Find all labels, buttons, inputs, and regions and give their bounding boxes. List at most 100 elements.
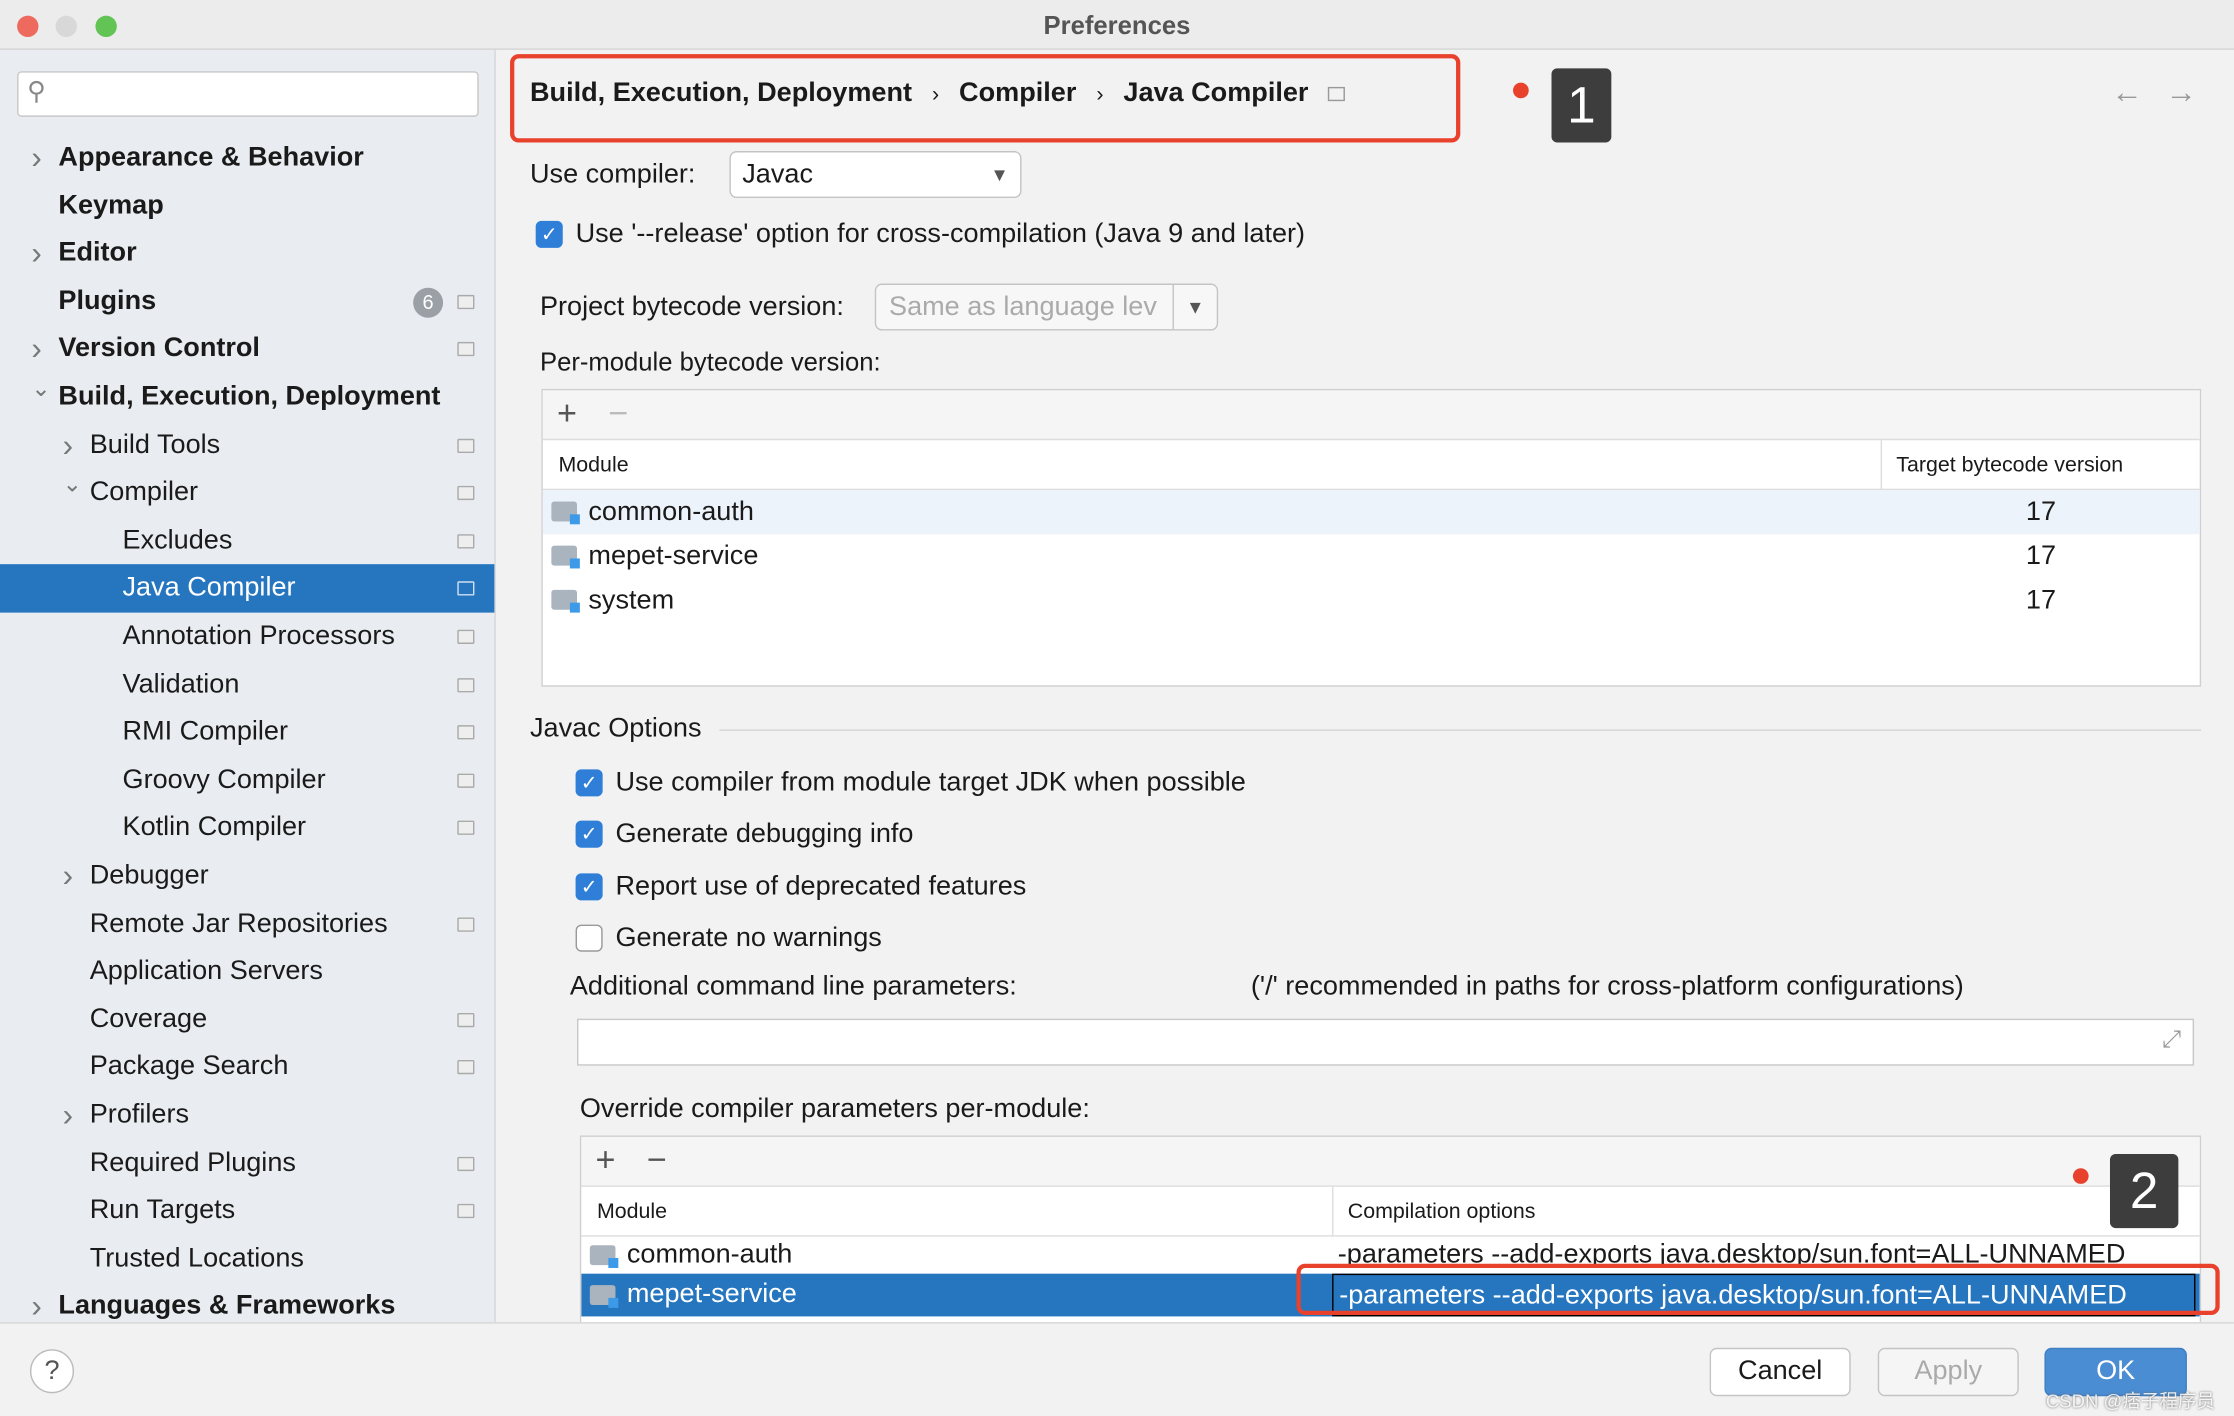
sidebar-item-required-plugins[interactable]: Required Plugins — [0, 1139, 494, 1187]
sidebar-item-groovy-compiler[interactable]: Groovy Compiler — [0, 756, 494, 804]
remove-icon[interactable]: − — [608, 395, 628, 435]
add-icon[interactable]: + — [557, 395, 577, 435]
sidebar-item-label: Keymap — [58, 190, 164, 221]
table-row[interactable]: mepet-service 17 — [543, 534, 2200, 578]
project-page-icon — [457, 677, 475, 692]
project-page-icon — [457, 1204, 475, 1219]
annotation-box-2 — [1296, 1263, 2220, 1315]
help-button[interactable]: ? — [29, 1349, 75, 1394]
breadcrumb-item: Java Compiler — [1123, 78, 1309, 109]
column-target-bytecode[interactable]: Target bytecode version — [1896, 440, 2123, 490]
checkbox-label: Generate no warnings — [615, 923, 882, 954]
project-page-icon — [457, 725, 475, 740]
sidebar-item-remote-jar-repositories[interactable]: Remote Jar Repositories — [0, 900, 494, 948]
breadcrumb-item[interactable]: Build, Execution, Deployment — [530, 78, 912, 109]
project-page-icon — [457, 821, 475, 836]
chevron-right-icon[interactable]: › — [31, 1283, 41, 1322]
sidebar-item-label: Plugins — [58, 286, 157, 316]
chevron-down-icon[interactable]: ⌄ — [31, 366, 50, 414]
sidebar-item-debugger[interactable]: › Debugger — [0, 852, 494, 900]
sidebar-item-compiler[interactable]: ⌄ Compiler — [0, 469, 494, 517]
javac-options-title: Javac Options — [529, 713, 702, 744]
sidebar-item-label: Version Control — [58, 333, 260, 364]
table-row[interactable]: common-auth 17 — [542, 490, 2200, 535]
sidebar-item-label: Coverage — [89, 1004, 208, 1035]
sidebar-item-editor[interactable]: › Editor — [0, 230, 494, 278]
sidebar-item-coverage[interactable]: Coverage — [0, 996, 494, 1044]
sidebar-item-trusted-locations[interactable]: Trusted Locations — [0, 1235, 494, 1283]
target-version[interactable]: 17 — [2026, 490, 2056, 534]
project-page-icon — [457, 581, 475, 597]
sidebar-item-label: Validation — [122, 669, 240, 699]
project-bytecode-combo[interactable]: Same as language lev ▼ — [874, 283, 1219, 331]
release-option-checkbox[interactable]: ✓ — [535, 220, 563, 248]
project-page-icon — [457, 1156, 475, 1171]
chevron-right-icon[interactable]: › — [63, 1091, 73, 1139]
sidebar-item-label: Required Plugins — [89, 1147, 296, 1178]
project-page-icon — [457, 438, 475, 453]
sidebar-item-label: Application Servers — [89, 956, 323, 987]
project-page-icon — [457, 342, 475, 357]
additional-params-input[interactable]: ⤢ — [577, 1018, 2195, 1066]
sidebar-item-validation[interactable]: Validation — [0, 660, 494, 708]
sidebar-item-package-search[interactable]: Package Search — [0, 1043, 494, 1091]
sidebar-item-version-control[interactable]: › Version Control — [0, 325, 494, 373]
module-folder-icon — [551, 501, 580, 525]
target-version[interactable]: 17 — [2026, 578, 2056, 622]
add-icon[interactable]: + — [596, 1141, 616, 1181]
title-bar: Preferences — [0, 0, 2234, 50]
forward-arrow-icon[interactable]: → — [2166, 74, 2197, 111]
search-input[interactable]: ⚲ — [17, 71, 479, 117]
breadcrumb-item[interactable]: Compiler — [959, 78, 1076, 109]
search-icon: ⚲ — [27, 76, 46, 106]
cancel-button[interactable]: Cancel — [1709, 1347, 1851, 1397]
sidebar-item-label: Appearance & Behavior — [58, 142, 364, 173]
sidebar-item-run-targets[interactable]: Run Targets — [0, 1187, 494, 1235]
remove-icon[interactable]: − — [647, 1141, 667, 1181]
module-name: system — [588, 585, 675, 616]
dropdown-arrow-icon[interactable]: ▼ — [1172, 284, 1217, 330]
target-version[interactable]: 17 — [2026, 534, 2056, 578]
chevron-right-icon[interactable]: › — [31, 230, 41, 278]
sidebar-item-excludes[interactable]: Excludes — [0, 517, 494, 565]
sidebar-item-languages-frameworks[interactable]: › Languages & Frameworks — [0, 1283, 494, 1322]
project-page-icon — [457, 486, 475, 501]
sidebar-item-label: Build, Execution, Deployment — [58, 381, 441, 412]
chevron-right-icon[interactable]: › — [31, 134, 41, 182]
compiler-value: Javac — [742, 159, 813, 190]
generate-no-warnings-checkbox[interactable] — [575, 924, 603, 952]
sidebar-item-java-compiler[interactable]: Java Compiler — [0, 564, 495, 614]
table-row[interactable]: system 17 — [543, 578, 2200, 622]
sidebar-item-build-execution-deployment[interactable]: ⌄ Build, Execution, Deployment — [0, 373, 494, 421]
expand-icon[interactable]: ⤢ — [2162, 1026, 2181, 1054]
sidebar-item-profilers[interactable]: › Profilers — [0, 1091, 494, 1139]
sidebar-item-label: Profilers — [89, 1099, 190, 1130]
watermark: CSDN @痞子程序员 — [2045, 1390, 2215, 1412]
column-compilation-options[interactable]: Compilation options — [1348, 1187, 1536, 1237]
sidebar-item-label: Run Targets — [89, 1195, 236, 1226]
column-module[interactable]: Module — [597, 1187, 667, 1237]
sidebar-item-plugins[interactable]: Plugins 6 — [0, 278, 494, 326]
use-compiler-from-module-target-jdk-when-possible-checkbox[interactable]: ✓ — [575, 769, 603, 797]
sidebar-item-kotlin-compiler[interactable]: Kotlin Compiler — [0, 804, 494, 852]
generate-debugging-info-checkbox[interactable]: ✓ — [575, 821, 603, 849]
sidebar-item-annotation-processors[interactable]: Annotation Processors — [0, 613, 494, 661]
compiler-select[interactable]: Javac ▼ — [729, 151, 1022, 199]
sidebar-item-label: Build Tools — [89, 429, 221, 460]
module-name: mepet-service — [626, 1279, 797, 1310]
module-name: common-auth — [626, 1239, 793, 1270]
chevron-down-icon[interactable]: ⌄ — [63, 462, 82, 510]
separator — [719, 729, 2202, 731]
chevron-right-icon[interactable]: › — [63, 852, 73, 900]
annotation-dot — [2072, 1168, 2089, 1184]
sidebar-item-rmi-compiler[interactable]: RMI Compiler — [0, 708, 494, 756]
sidebar-item-keymap[interactable]: Keymap — [0, 182, 494, 230]
per-module-label: Per-module bytecode version: — [539, 347, 881, 377]
checkbox-label: Report use of deprecated features — [615, 871, 1027, 902]
sidebar-item-application-servers[interactable]: Application Servers — [0, 948, 494, 996]
apply-button[interactable]: Apply — [1877, 1347, 2019, 1397]
sidebar-item-appearance-behavior[interactable]: › Appearance & Behavior — [0, 134, 494, 182]
report-use-of-deprecated-features-checkbox[interactable]: ✓ — [575, 873, 603, 901]
column-module[interactable]: Module — [558, 440, 628, 490]
back-arrow-icon[interactable]: ← — [2111, 74, 2142, 111]
